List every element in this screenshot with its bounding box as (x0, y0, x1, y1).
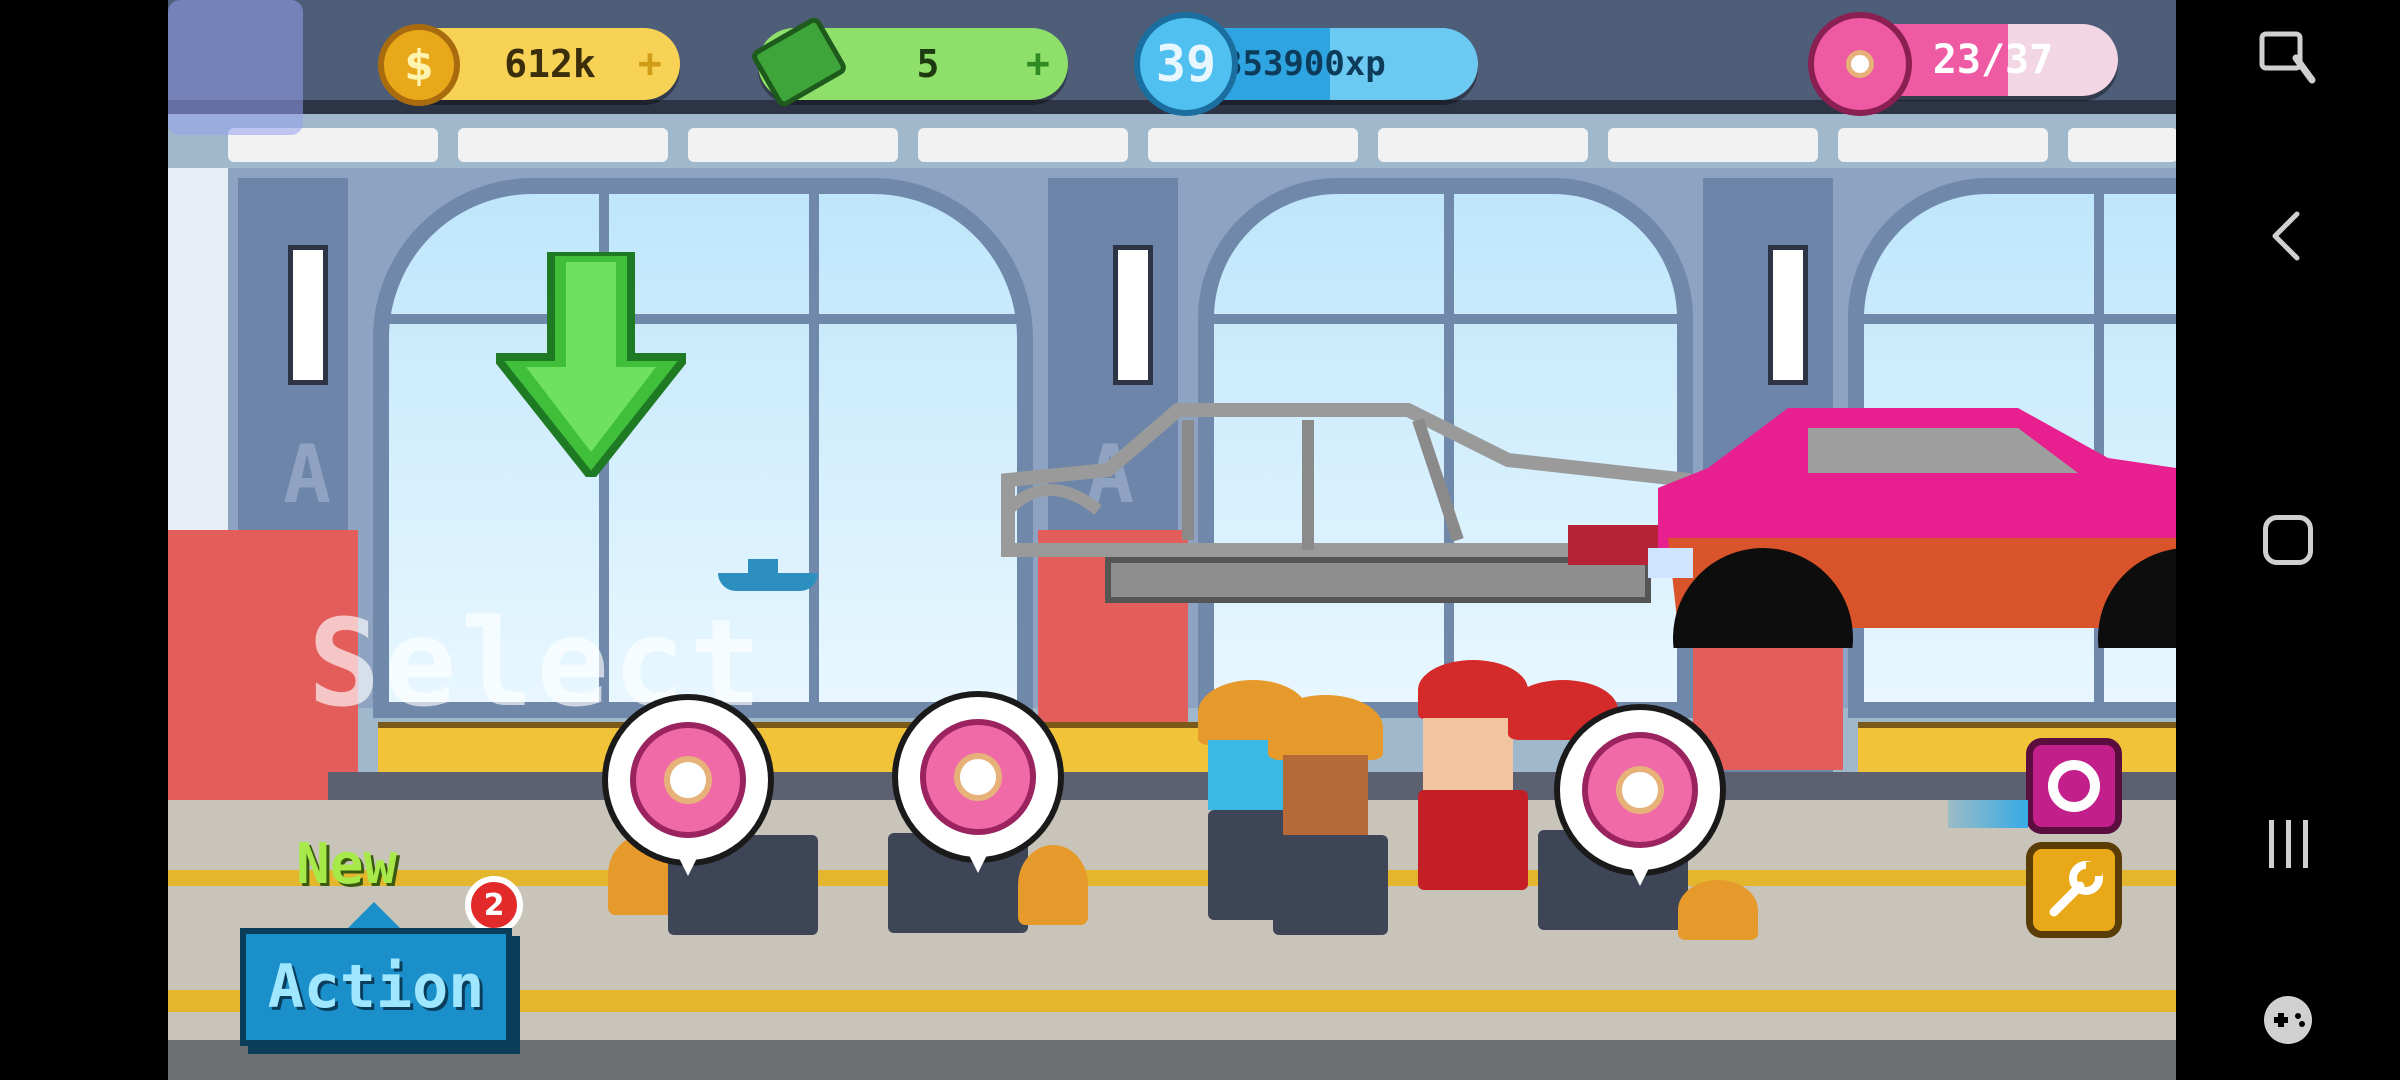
new-label: New (296, 832, 398, 897)
boat-icon (718, 555, 818, 595)
donut-icon (1808, 12, 1912, 116)
wall-lamp (1768, 245, 1808, 385)
donut-shop-button[interactable] (2026, 738, 2122, 834)
game-viewport[interactable]: A A A Select (168, 0, 2176, 1080)
cyan-progress-strip (1948, 800, 2028, 828)
tools-button[interactable] (2026, 842, 2122, 938)
donut-request-bubble[interactable] (898, 697, 1058, 873)
wrench-icon (2049, 861, 2103, 917)
add-coins-icon[interactable]: + (638, 41, 662, 87)
level-value: 39 (1155, 35, 1217, 93)
add-cash-icon[interactable]: + (1026, 41, 1050, 87)
floor-line (168, 870, 2176, 886)
worker[interactable] (1268, 695, 1398, 945)
donuts-value: 23/37 (1932, 37, 2054, 83)
wall-lamp (288, 245, 328, 385)
game-launcher-icon[interactable] (2248, 980, 2328, 1060)
xp-value: 353900xp (1222, 44, 1386, 84)
system-navbar (2176, 0, 2400, 1080)
selection-arrow-icon (496, 252, 686, 477)
floor-edge (168, 1040, 2176, 1080)
home-icon[interactable] (2248, 500, 2328, 580)
action-button[interactable]: Action (240, 928, 512, 1046)
action-caret-icon (348, 902, 400, 928)
donut-icon (2048, 760, 2100, 812)
back-icon[interactable] (2248, 196, 2328, 276)
level-badge: 39 (1134, 12, 1238, 116)
screenshot-icon[interactable] (2248, 16, 2328, 96)
donut-request-bubble[interactable] (608, 700, 768, 876)
wall-lamp (1113, 245, 1153, 385)
coin-icon: $ (378, 24, 460, 106)
action-button-label: Action (267, 952, 485, 1022)
coins-value: 612k (504, 42, 596, 86)
pink-car-body (1648, 408, 2176, 648)
car-frame-chassis (1001, 403, 1735, 603)
recents-icon[interactable] (2248, 804, 2328, 884)
menu-blob-button[interactable] (168, 0, 303, 135)
cash-value: 5 (916, 42, 940, 86)
donut-request-bubble[interactable] (1560, 710, 1720, 886)
notification-badge: 2 (465, 876, 523, 934)
lot-letter: A (283, 428, 332, 521)
ceiling-lights (168, 128, 2176, 168)
